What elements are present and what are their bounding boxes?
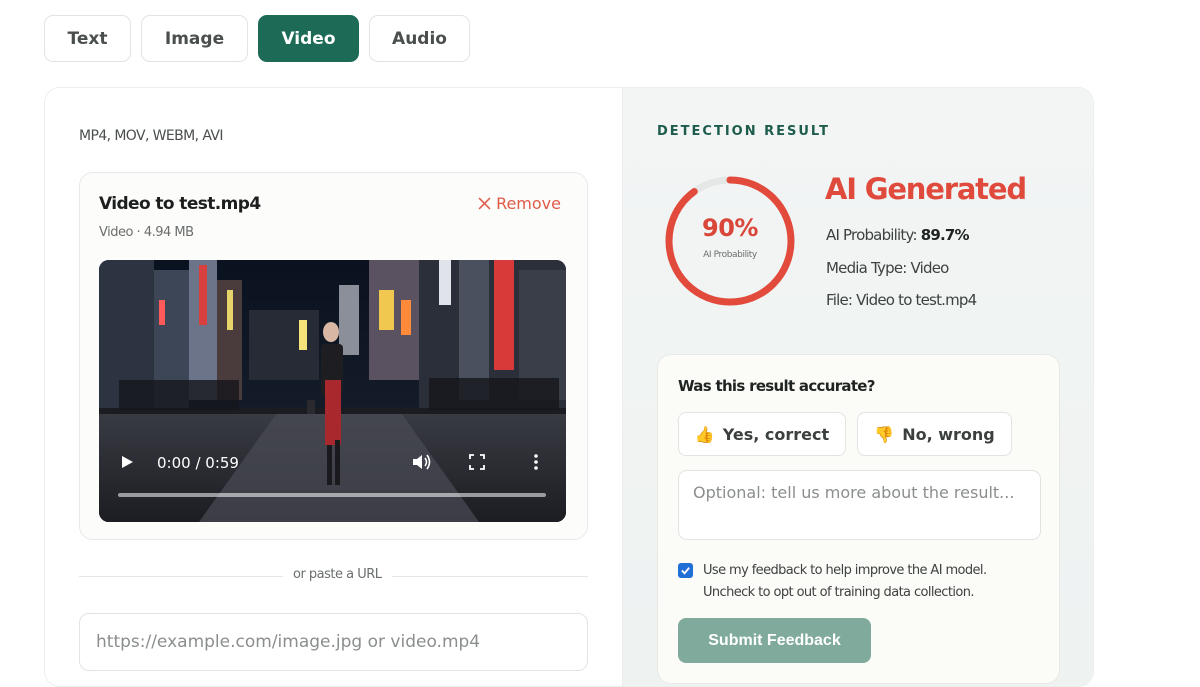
media-type-tabs: Text Image Video Audio [44, 15, 470, 62]
supported-formats: MP4, MOV, WEBM, AVI [79, 128, 224, 144]
play-icon[interactable] [119, 454, 135, 470]
video-frame [99, 260, 566, 522]
detector-card: MP4, MOV, WEBM, AVI Video to test.mp4 Vi… [44, 87, 1094, 687]
more-options-icon[interactable] [532, 453, 540, 471]
verdict-label: AI Generated [825, 172, 1027, 206]
tab-image[interactable]: Image [141, 15, 248, 62]
probability-caption: AI Probability [703, 250, 757, 260]
probability-percent: 90% [702, 214, 758, 242]
tab-text[interactable]: Text [44, 15, 131, 62]
result-panel: DETECTION RESULT 90% AI Probability AI G… [622, 88, 1093, 686]
thumbs-down-icon: 👎 [874, 424, 895, 444]
file-line: File: Video to test.mp4 [826, 291, 977, 309]
uploaded-file-card: Video to test.mp4 Video · 4.94 MB Remove [79, 172, 588, 540]
tab-video[interactable]: Video [258, 15, 359, 62]
no-wrong-label: No, wrong [902, 424, 995, 444]
video-player[interactable]: 0:00 / 0:59 [99, 260, 566, 522]
consent-checkbox[interactable] [678, 563, 693, 578]
video-time: 0:00 / 0:59 [157, 454, 239, 472]
checkmark-icon [681, 567, 690, 575]
upload-panel: MP4, MOV, WEBM, AVI Video to test.mp4 Vi… [45, 88, 622, 686]
ai-probability-label: AI Probability: [826, 226, 918, 244]
consent-text: Use my feedback to help improve the AI m… [703, 560, 987, 604]
feedback-comment-field[interactable] [678, 470, 1041, 540]
fullscreen-icon[interactable] [469, 454, 485, 470]
volume-icon[interactable] [411, 453, 431, 471]
feedback-question: Was this result accurate? [678, 377, 875, 395]
video-progress-bar[interactable] [118, 493, 546, 497]
media-type-line: Media Type: Video [826, 259, 949, 277]
url-input[interactable] [79, 613, 588, 671]
feedback-card: Was this result accurate? 👍 Yes, correct… [657, 354, 1060, 684]
thumbs-up-icon: 👍 [694, 424, 715, 444]
remove-label: Remove [496, 194, 561, 213]
ai-probability-line: AI Probability: 89.7% [826, 226, 970, 244]
remove-button[interactable]: Remove [478, 194, 561, 213]
consent-line-1: Use my feedback to help improve the AI m… [703, 563, 987, 578]
file-name: Video to test.mp4 [99, 194, 261, 214]
consent-line-2: Uncheck to opt out of training data coll… [703, 585, 974, 600]
ai-probability-value: 89.7% [920, 226, 970, 244]
file-meta: Video · 4.94 MB [99, 225, 194, 240]
yes-correct-button[interactable]: 👍 Yes, correct [678, 412, 846, 456]
no-wrong-button[interactable]: 👎 No, wrong [857, 412, 1012, 456]
yes-correct-label: Yes, correct [722, 424, 830, 444]
submit-feedback-button[interactable]: Submit Feedback [678, 618, 871, 663]
divider-label: or paste a URL [283, 567, 392, 582]
tab-audio[interactable]: Audio [369, 15, 470, 62]
close-icon [478, 197, 491, 210]
detection-result-title: DETECTION RESULT [657, 124, 830, 139]
